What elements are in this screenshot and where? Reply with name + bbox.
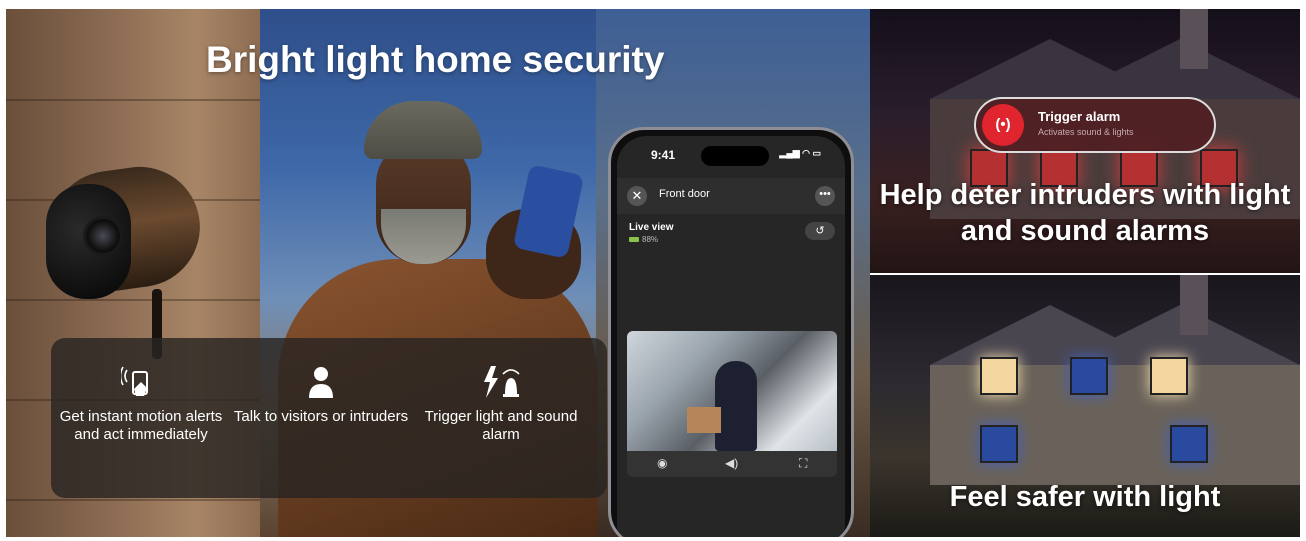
dynamic-island	[701, 146, 769, 166]
history-button[interactable]: ↺	[805, 222, 835, 240]
page-title: Bright light home security	[206, 39, 665, 80]
video-controls: ◉ ◀) ⛶	[627, 451, 837, 477]
signal-wifi-battery-icon: ▂▄▆ ◠ ▭	[779, 148, 821, 158]
alarm-icon: (•)	[982, 104, 1024, 146]
light-alarm-icon	[484, 366, 520, 398]
caption-feel-safer: Feel safer with light	[949, 481, 1221, 513]
live-video-feed[interactable]	[627, 331, 837, 451]
fullscreen-icon[interactable]: ⛶	[799, 456, 807, 471]
motion-phone-icon	[121, 366, 148, 396]
live-view-label: Live view	[629, 222, 674, 233]
camera-lens	[86, 219, 120, 253]
speaker-icon[interactable]: ◀)	[725, 456, 738, 470]
alarm-title: Trigger alarm	[1038, 109, 1121, 124]
trigger-alarm-button[interactable]: (•) Trigger alarm Activates sound & ligh…	[974, 97, 1216, 153]
feature-label: Get instant motion alerts and act immedi…	[59, 408, 223, 443]
caption-alarms: Help deter intruders with light and soun…	[879, 179, 1291, 247]
alarm-subtitle: Activates sound & lights	[1038, 127, 1134, 137]
delivery-person	[715, 361, 757, 451]
package	[687, 407, 721, 433]
app-header: ✕ Front door •••	[617, 178, 845, 214]
feature-label: Trigger light and sound alarm	[424, 408, 578, 443]
battery-level: 88%	[642, 235, 659, 244]
feature-talk: Talk to visitors or intruders	[231, 338, 411, 426]
feature-panel: Get instant motion alerts and act immedi…	[51, 338, 607, 498]
app-screen: 9:41 ▂▄▆ ◠ ▭ ✕ Front door ••• Live view …	[617, 136, 845, 537]
more-options-button[interactable]: •••	[815, 186, 835, 206]
clock: 9:41	[651, 148, 676, 162]
smartphone: 9:41 ▂▄▆ ◠ ▭ ✕ Front door ••• Live view …	[608, 127, 854, 537]
battery-icon	[629, 237, 639, 243]
feature-motion-alerts: Get instant motion alerts and act immedi…	[51, 338, 231, 444]
camera-title: Front door	[659, 188, 710, 200]
camera-icon[interactable]: ◉	[657, 456, 667, 470]
battery-status: 88%	[629, 235, 658, 244]
hero-banner: Bright light home security Get instant m…	[6, 9, 1300, 537]
close-button[interactable]: ✕	[627, 186, 647, 206]
person-icon	[309, 367, 333, 398]
feature-trigger-alarm: Trigger light and sound alarm	[411, 338, 591, 444]
feature-label: Talk to visitors or intruders	[233, 408, 409, 425]
